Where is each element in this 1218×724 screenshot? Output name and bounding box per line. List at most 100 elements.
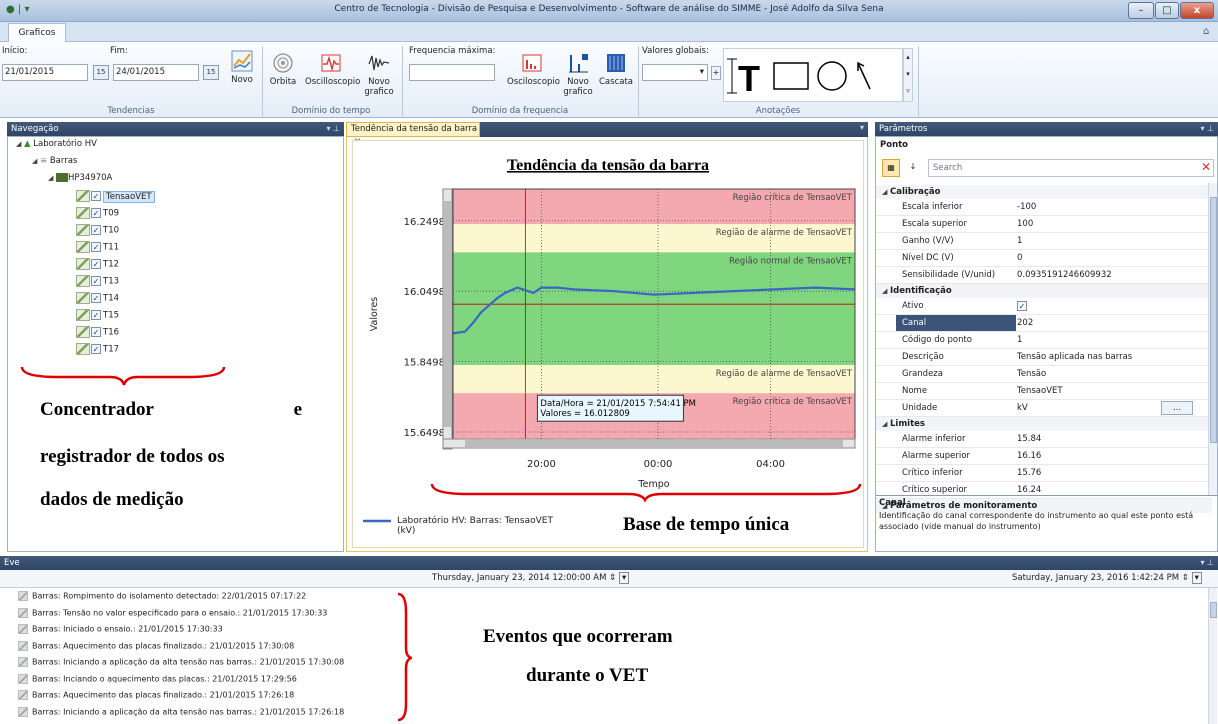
novo-grafico-tempo-button[interactable]: Novo grafico xyxy=(362,52,396,97)
unidade-ellipsis-button[interactable]: ... xyxy=(1161,401,1193,415)
chart-hscroll-thumb[interactable] xyxy=(465,440,843,447)
pin-icon[interactable]: ▾ ⊥ xyxy=(1200,556,1214,570)
events-date-from[interactable]: Thursday, January 23, 2014 12:00:00 AM ⇕… xyxy=(432,572,630,584)
property-value[interactable]: -100 xyxy=(1017,199,1036,215)
point-checkbox[interactable]: ✓ xyxy=(91,208,101,218)
property-value[interactable]: Tensão xyxy=(1017,366,1046,382)
point-checkbox[interactable]: ✓ xyxy=(91,310,101,320)
property-value[interactable]: 0.0935191246609932 xyxy=(1017,267,1112,283)
events-date-to[interactable]: Saturday, January 23, 2016 1:42:24 PM ⇕ … xyxy=(1012,572,1202,584)
property-row[interactable]: Grandeza Tensão xyxy=(876,366,1212,383)
spin-icon[interactable]: ⇕ xyxy=(609,573,616,583)
date-to-dropdown[interactable]: ▾ xyxy=(1191,572,1202,584)
property-category[interactable]: ◢ Limites xyxy=(876,417,1212,431)
maximize-button[interactable]: □ xyxy=(1155,2,1179,19)
close-button[interactable]: x xyxy=(1180,2,1214,19)
tree-node-point[interactable]: ✓ T10 xyxy=(76,224,119,236)
add-valor-button[interactable]: + xyxy=(711,66,721,80)
inicio-calendar-button[interactable]: 15 xyxy=(93,65,109,80)
point-checkbox[interactable]: ✓ xyxy=(91,327,101,337)
collapse-icon[interactable]: ◢ xyxy=(882,284,890,298)
inicio-date-field[interactable]: 21/01/2015 xyxy=(2,64,88,81)
alpha-sort-icon[interactable]: ↓ xyxy=(904,159,922,177)
point-checkbox[interactable]: ✓ xyxy=(91,242,101,252)
help-icon[interactable]: ⌂ xyxy=(1203,26,1209,37)
property-category[interactable]: ◢ Calibração xyxy=(876,185,1212,199)
property-value[interactable]: kV xyxy=(1017,400,1028,416)
params-scrollbar[interactable] xyxy=(1208,183,1217,495)
cascata-button[interactable]: Cascata xyxy=(598,52,634,87)
event-item[interactable]: Barras: Iniciando a aplicação da alta te… xyxy=(18,657,344,667)
property-row[interactable]: Alarme superior 16.16 xyxy=(876,448,1212,465)
tree-node-point[interactable]: ✓ T16 xyxy=(76,326,119,338)
event-item[interactable]: Barras: Iniciado o ensaio.: 21/01/2015 1… xyxy=(18,624,223,634)
scrollbar-thumb[interactable] xyxy=(1210,602,1217,618)
property-category[interactable]: ◢ Identificação xyxy=(876,284,1212,298)
event-item[interactable]: Barras: Tensão no valor especificado par… xyxy=(18,607,327,618)
scrollbar-thumb[interactable] xyxy=(1210,197,1217,443)
tree-node-device[interactable]: ◢ HP34970A xyxy=(48,173,112,183)
property-value[interactable]: Tensão aplicada nas barras xyxy=(1017,349,1132,365)
categorized-sort-icon[interactable]: ▦ xyxy=(882,159,900,177)
novo-grafico-freq-button[interactable]: Novo grafico xyxy=(561,52,595,97)
event-item[interactable]: Barras: Aquecimento das placas finalizad… xyxy=(18,690,294,700)
freq-maxima-field[interactable] xyxy=(409,64,495,81)
property-value[interactable]: 0 xyxy=(1017,250,1022,266)
tab-menu-icon[interactable]: ▾ xyxy=(860,123,864,132)
property-row[interactable]: Código do ponto 1 xyxy=(876,332,1212,349)
property-row[interactable]: Crítico inferior 15.76 xyxy=(876,465,1212,482)
tree-node-point[interactable]: ✓ T09 xyxy=(76,207,119,219)
pin-icon[interactable]: ▾ ⊥ xyxy=(326,122,340,136)
tree-node-root[interactable]: ◢ ▲ Laboratório HV xyxy=(16,139,97,149)
gallery-scroll[interactable]: ▴ ▾ ▿ xyxy=(903,48,913,102)
collapse-icon[interactable]: ◢ xyxy=(48,174,56,182)
tab-tendencia[interactable]: Tendência da tensão da barra ✕ xyxy=(346,122,480,147)
property-value[interactable]: TensaoVET xyxy=(1017,383,1063,399)
ativo-checkbox[interactable]: ✓ xyxy=(1017,298,1029,314)
events-scrollbar[interactable] xyxy=(1208,588,1217,724)
point-checkbox[interactable]: ✓ xyxy=(91,344,101,354)
property-row[interactable]: Nível DC (V) 0 xyxy=(876,250,1212,267)
osciloscopio-tempo-button[interactable]: Oscilloscopio xyxy=(305,52,360,87)
property-value[interactable]: 202 xyxy=(1017,315,1033,331)
tree-node-point[interactable]: ✓ TensaoVET xyxy=(76,190,155,203)
property-row[interactable]: Descrição Tensão aplicada nas barras xyxy=(876,349,1212,366)
property-row[interactable]: Nome TensaoVET xyxy=(876,383,1212,400)
property-row[interactable]: Escala superior 100 xyxy=(876,216,1212,233)
tree-node-point[interactable]: ✓ T17 xyxy=(76,343,119,355)
orbita-button[interactable]: Orbita xyxy=(268,52,298,87)
event-item[interactable]: Barras: Iniciando a aplicação da alta te… xyxy=(18,706,344,717)
property-value[interactable]: 15.84 xyxy=(1017,431,1041,447)
event-item[interactable]: Barras: Aquecimento das placas finalizad… xyxy=(18,640,294,651)
property-row[interactable]: Alarme inferior 15.84 xyxy=(876,431,1212,448)
clear-search-icon[interactable]: ✕ xyxy=(1201,160,1211,174)
property-row[interactable]: Canal 202 xyxy=(876,315,1212,332)
property-row[interactable]: Crítico superior 16.24 xyxy=(876,482,1212,499)
point-checkbox[interactable]: ✓ xyxy=(91,293,101,303)
tree-node-point[interactable]: ✓ T14 xyxy=(76,292,119,304)
point-checkbox[interactable]: ✓ xyxy=(91,191,101,201)
tree-node-barras[interactable]: ◢ ≡ Barras xyxy=(32,156,77,166)
property-row[interactable]: Ganho (V/V) 1 xyxy=(876,233,1212,250)
property-value[interactable]: 100 xyxy=(1017,216,1033,232)
fim-date-field[interactable]: 24/01/2015 xyxy=(113,64,199,81)
point-checkbox[interactable]: ✓ xyxy=(91,225,101,235)
collapse-icon[interactable]: ◢ xyxy=(32,157,40,165)
minimize-button[interactable]: – xyxy=(1128,2,1154,19)
tab-graficos[interactable]: Graficos xyxy=(8,23,66,42)
property-value[interactable]: 1 xyxy=(1017,332,1022,348)
event-item[interactable]: Barras: Inciando o aquecimento das placa… xyxy=(18,673,297,684)
point-checkbox[interactable]: ✓ xyxy=(91,259,101,269)
point-checkbox[interactable]: ✓ xyxy=(91,276,101,286)
tree-node-point[interactable]: ✓ T12 xyxy=(76,258,119,270)
spin-icon[interactable]: ⇕ xyxy=(1182,573,1189,583)
chart-vscroll-thumb[interactable] xyxy=(444,201,451,427)
property-value[interactable]: 1 xyxy=(1017,233,1022,249)
property-value[interactable]: 15.76 xyxy=(1017,465,1041,481)
event-item[interactable]: Barras: Rompimento do isolamento detecta… xyxy=(18,591,306,601)
valores-globais-select[interactable]: ▾ xyxy=(642,64,708,81)
pin-icon[interactable]: ▾ ⊥ xyxy=(1200,122,1214,136)
tree-node-point[interactable]: ✓ T15 xyxy=(76,309,119,321)
novo-tendencia-button[interactable]: Novo xyxy=(231,50,253,85)
collapse-icon[interactable]: ◢ xyxy=(882,417,890,431)
